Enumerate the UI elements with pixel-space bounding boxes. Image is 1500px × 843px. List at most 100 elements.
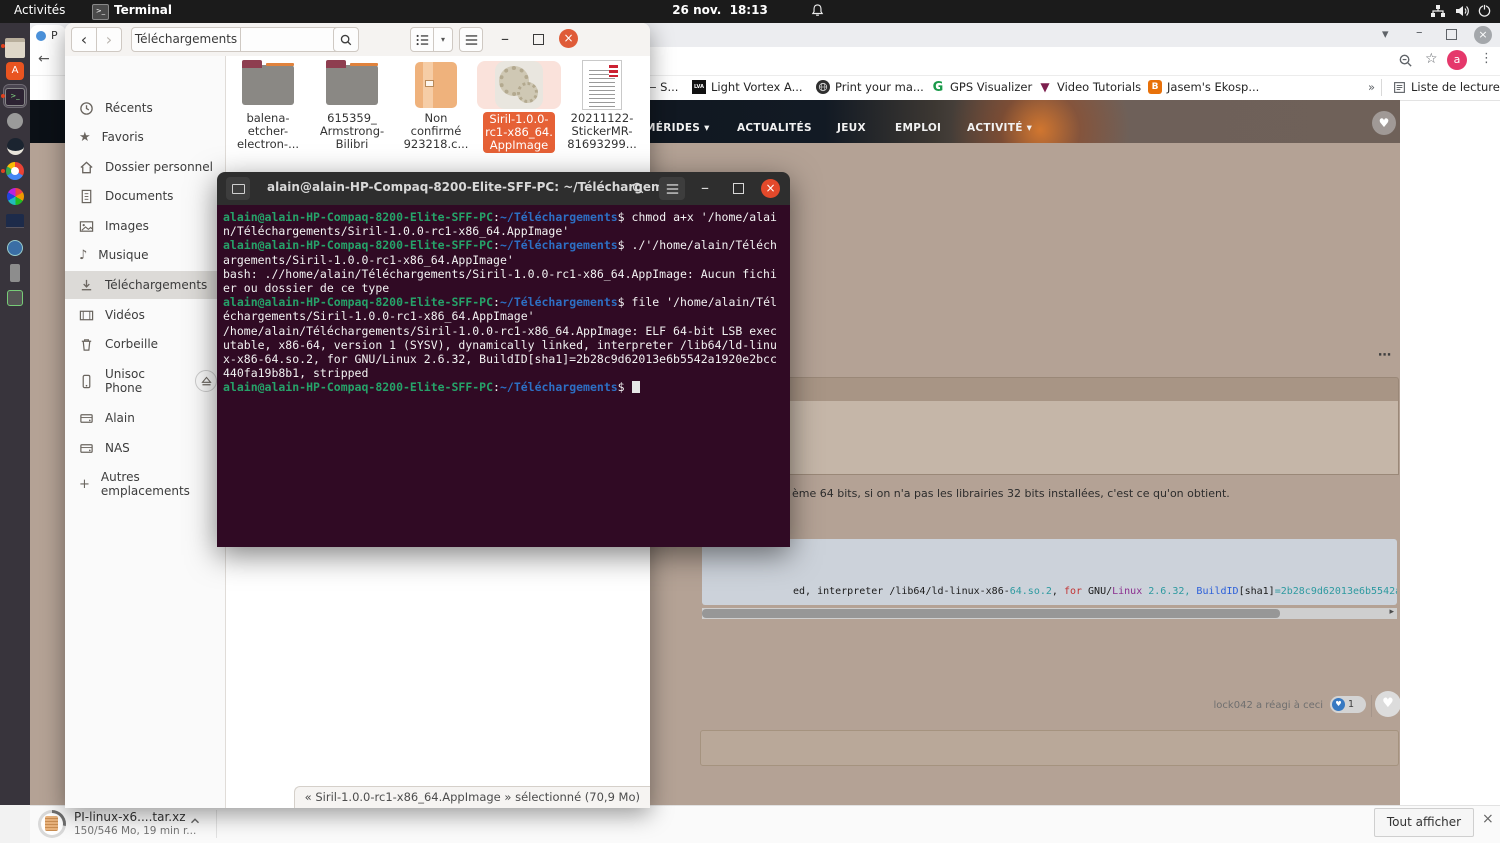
follow-heart-button[interactable]: ♥ (1372, 111, 1396, 135)
dock-planetarium-icon[interactable] (4, 237, 26, 259)
home-icon (79, 160, 94, 175)
network-icon[interactable] (1430, 3, 1446, 19)
video-icon (79, 308, 94, 323)
site-nav-emploi[interactable]: EMPLOI (895, 122, 941, 134)
zoom-icon[interactable] (1398, 53, 1413, 68)
sidebar-item-images[interactable]: Images (65, 212, 225, 240)
files-statusbar: « Siril-1.0.0-rc1-x86_64.AppImage » séle… (294, 786, 650, 808)
bookmark-label: — S... (645, 80, 678, 94)
dock-ubuntu-software-icon[interactable]: A (4, 60, 26, 82)
back-button[interactable]: ‹ (71, 27, 97, 52)
view-options-caret[interactable]: ▾ (433, 27, 453, 52)
code-hscroll-thumb[interactable] (702, 609, 1280, 618)
dock-chrome-icon[interactable] (4, 160, 26, 182)
browser-menu-icon[interactable]: ⋮ (1480, 51, 1493, 66)
sidebar-item-autres-emplacements[interactable]: +Autres emplacements (65, 470, 225, 498)
download-chevron-icon[interactable] (188, 814, 202, 828)
bookmark-1[interactable]: — S... (645, 80, 678, 94)
sidebar-item-unisoc-phone[interactable]: Unisoc Phone (65, 367, 225, 395)
appimage-icon (477, 61, 561, 109)
quote-header (700, 377, 1399, 402)
clock[interactable]: 26 nov. 18:13 (640, 3, 800, 17)
dock-photos-icon[interactable] (4, 185, 26, 207)
sidebar-item-nas[interactable]: NAS (65, 434, 225, 462)
show-all-downloads-button[interactable]: Tout afficher (1374, 808, 1474, 837)
file-item[interactable]: Nonconfirmé923218.c... (394, 61, 478, 151)
notifications-bell-icon[interactable] (810, 3, 826, 19)
bookmark-4[interactable]: GGPS Visualizer (931, 80, 1032, 94)
dock-astronomy-app-icon[interactable] (4, 135, 26, 157)
terminal-minimize-button[interactable]: – (701, 178, 709, 197)
reading-list-label: Liste de lecture (1411, 80, 1500, 94)
new-tab-button[interactable] (226, 177, 250, 200)
dock-tweak-tool-icon[interactable] (4, 110, 26, 132)
dock-kstars-icon[interactable] (4, 210, 26, 232)
eject-icon[interactable] (195, 370, 217, 392)
terminal-close-button[interactable]: × (761, 179, 780, 198)
sidebar-item-dossier-personnel[interactable]: Dossier personnel (65, 153, 225, 181)
file-item[interactable]: 615359_Armstrong-Bilibri (310, 61, 394, 151)
dock-trash-icon[interactable] (4, 287, 26, 309)
browser-minimize-button[interactable]: – (1416, 25, 1423, 40)
terminal-search-button[interactable] (625, 177, 651, 200)
activities-button[interactable]: Activités (14, 3, 65, 17)
terminal-menu-button[interactable] (659, 177, 685, 200)
view-toggle-button[interactable] (410, 27, 434, 52)
sidebar-item-t-l-chargements[interactable]: Téléchargements (65, 271, 225, 299)
bookmark-star-icon[interactable]: ☆ (1425, 51, 1438, 67)
post-options-icon[interactable]: ⋯ (1378, 348, 1392, 363)
browser-tab[interactable]: P (30, 25, 66, 47)
bookmark-5[interactable]: ▼Video Tutorials (1038, 80, 1141, 94)
files-minimize-button[interactable]: – (501, 29, 509, 48)
site-nav-jeux[interactable]: JEUX (837, 122, 866, 134)
sidebar-item-r-cents[interactable]: Récents (65, 94, 225, 122)
bookmark-6[interactable]: BJasem's Ekosp... (1148, 80, 1259, 94)
search-button[interactable] (333, 27, 359, 52)
bookmarks-overflow-icon[interactable]: » (1368, 80, 1375, 94)
file-item[interactable]: balena-etcher-electron-... (226, 61, 310, 151)
file-item[interactable]: 20211122-StickerMR-81693299... (560, 61, 644, 151)
forward-button[interactable]: › (96, 27, 122, 52)
files-close-button[interactable]: × (559, 29, 578, 48)
location-button[interactable]: Téléchargements ▾ (131, 27, 241, 52)
code-hscrollbar[interactable]: ▸ (702, 608, 1397, 619)
files-menu-button[interactable] (459, 27, 483, 52)
shelf-close-icon[interactable]: × (1482, 811, 1494, 827)
dock-files-icon[interactable] (4, 35, 26, 57)
sidebar-item-alain[interactable]: Alain (65, 404, 225, 432)
terminal-maximize-button[interactable] (733, 183, 744, 194)
browser-back-icon[interactable]: ← (38, 51, 50, 67)
file-item[interactable]: Siril-1.0.0-rc1-x86_64.AppImage (477, 61, 561, 153)
sidebar-item-corbeille[interactable]: Corbeille (65, 330, 225, 358)
power-icon[interactable] (1477, 3, 1493, 19)
profile-avatar[interactable]: a (1447, 50, 1467, 70)
files-maximize-button[interactable] (533, 34, 544, 45)
sidebar-item-musique[interactable]: ♪Musique (65, 241, 225, 269)
sidebar-item-favoris[interactable]: ★Favoris (65, 123, 225, 151)
sidebar-item-documents[interactable]: Documents (65, 182, 225, 210)
focused-app-name[interactable]: Terminal (114, 3, 172, 17)
sidebar-item-vid-os[interactable]: Vidéos (65, 301, 225, 329)
site-nav-actualités[interactable]: ACTUALITÉS (737, 122, 812, 134)
terminal-line: er ou dossier de ce type (223, 281, 790, 295)
browser-restore-button[interactable] (1446, 29, 1457, 40)
like-button[interactable]: ♥ (1375, 691, 1400, 717)
reading-list-button[interactable]: Liste de lecture (1392, 80, 1500, 94)
browser-close-button[interactable]: × (1474, 26, 1492, 44)
site-nav-mérides[interactable]: MÉRIDES ▾ (645, 122, 710, 134)
dock-terminal-icon[interactable]: >_ (4, 85, 26, 107)
volume-icon[interactable] (1454, 3, 1470, 19)
download-filename[interactable]: PI-linux-x6....tar.xz (74, 810, 186, 824)
site-nav-activité[interactable]: ACTIVITÉ ▾ (967, 122, 1032, 134)
sidebar-item-label: Dossier personnel (105, 160, 225, 174)
terminal-line: bash: .//home/alain/Téléchargements/Siri… (223, 267, 790, 281)
dock-phone-icon[interactable] (4, 262, 26, 284)
bookmark-3[interactable]: Print your ma... (816, 80, 924, 94)
file-label: balena-etcher-electron-... (226, 112, 310, 151)
hscroll-right-arrow[interactable]: ▸ (1389, 607, 1394, 617)
download-status: 150/546 Mo, 19 min r... (74, 825, 196, 837)
bookmark-2[interactable]: LVALight Vortex A... (692, 80, 803, 94)
tab-search-chevron-icon[interactable]: ▾ (1382, 27, 1389, 42)
reaction-badge[interactable]: ♥ 1 (1330, 696, 1366, 713)
terminal-body[interactable]: alain@alain-HP-Compaq-8200-Elite-SFF-PC:… (217, 205, 790, 547)
